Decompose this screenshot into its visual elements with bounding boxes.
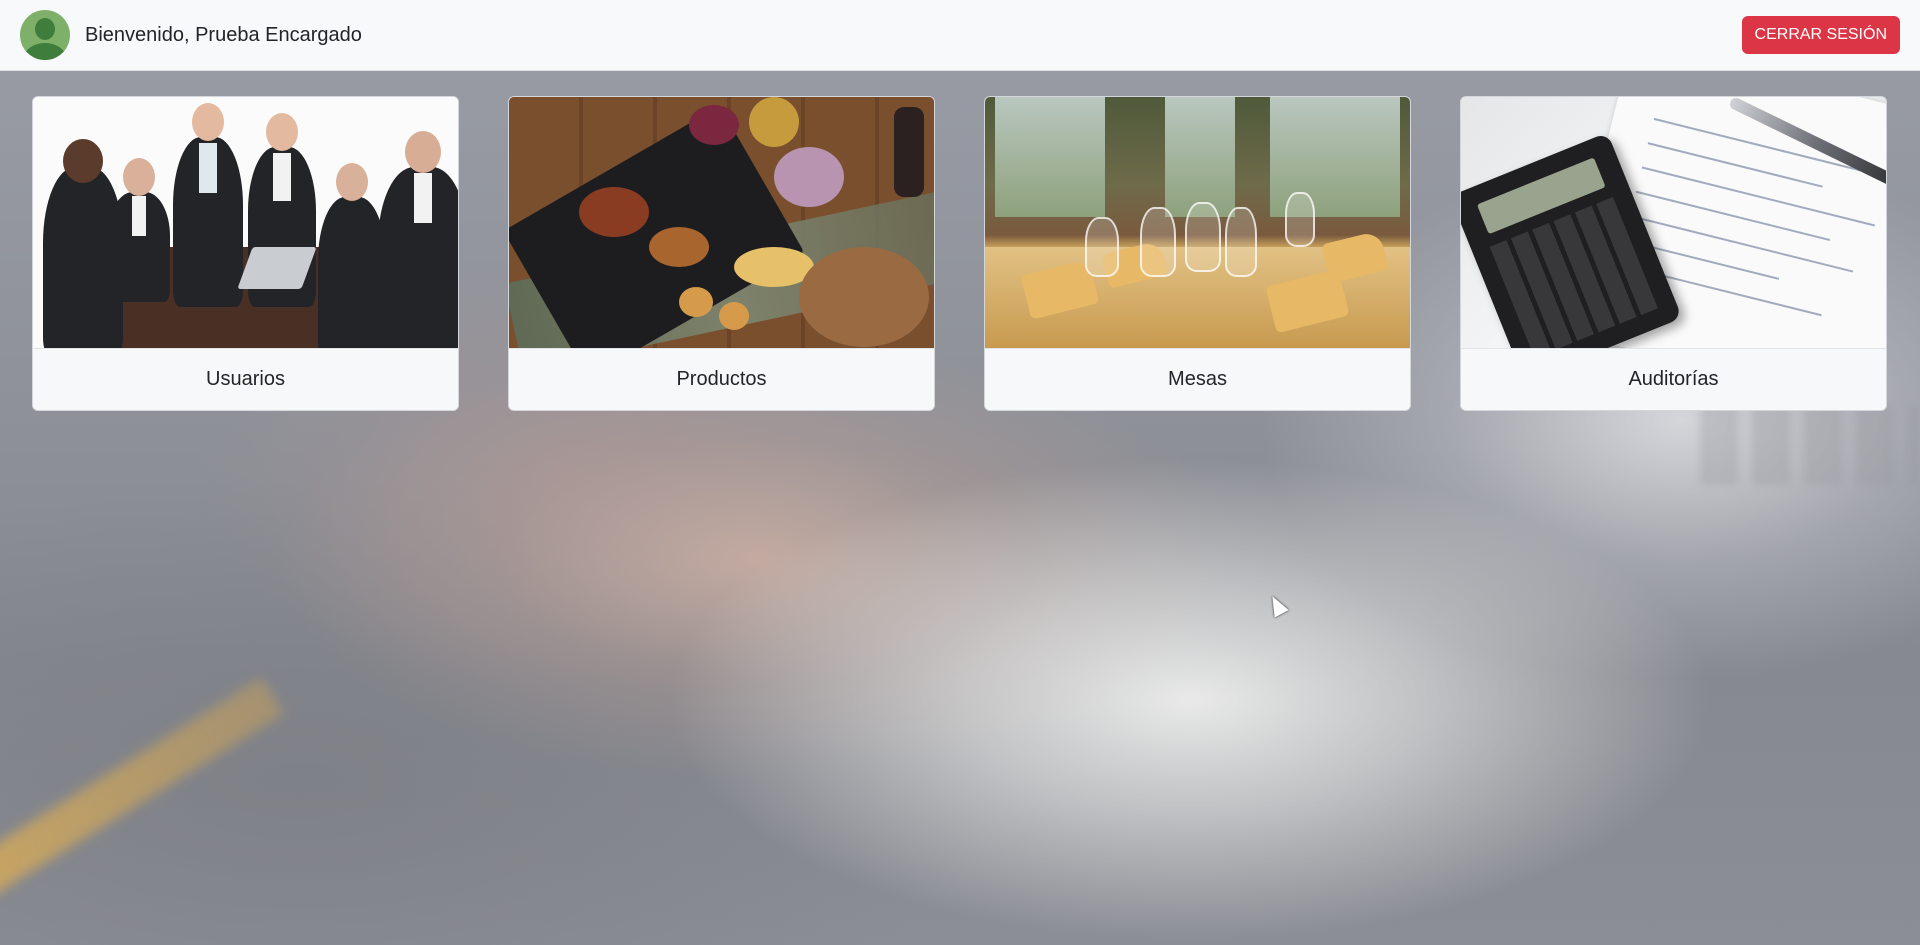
glass-shape — [1185, 202, 1221, 272]
pineapple-shape — [749, 97, 799, 147]
logout-button[interactable]: CERRAR SESIÓN — [1741, 16, 1900, 54]
card-label: Productos — [509, 348, 934, 410]
user-avatar-icon — [20, 10, 70, 60]
wood-board-shape — [799, 247, 929, 347]
module-cards: Usuarios Productos Mesas Auditorías — [32, 96, 1887, 411]
meat-shape — [649, 227, 709, 267]
card-mesas[interactable]: Mesas — [984, 96, 1411, 411]
background-stripe — [0, 677, 284, 905]
window-shape — [995, 97, 1105, 217]
top-header: Bienvenido, Prueba Encargado CERRAR SESI… — [0, 0, 1920, 71]
meat-shape — [579, 187, 649, 237]
card-label: Usuarios — [33, 348, 458, 410]
avatar-head — [35, 18, 55, 40]
bun-shape — [719, 302, 749, 330]
grapes-shape — [689, 105, 739, 145]
card-label: Auditorías — [1461, 348, 1886, 410]
food-platter-photo — [509, 97, 934, 348]
person-figure — [318, 163, 386, 348]
person-figure — [173, 103, 243, 307]
card-auditorias[interactable]: Auditorías — [1460, 96, 1887, 411]
welcome-message: Bienvenido, Prueba Encargado — [85, 23, 362, 46]
glass-shape — [1140, 207, 1176, 277]
avatar-shoulders — [24, 43, 66, 60]
business-meeting-photo — [33, 97, 458, 348]
card-usuarios[interactable]: Usuarios — [32, 96, 459, 411]
glass-shape — [1225, 207, 1257, 277]
glass-shape — [1285, 192, 1315, 247]
window-shape — [1165, 97, 1235, 217]
restaurant-tables-photo — [985, 97, 1410, 348]
glass-shape — [1085, 217, 1119, 277]
bottle-shape — [894, 107, 924, 197]
person-figure — [378, 131, 458, 348]
bun-shape — [679, 287, 713, 317]
card-label: Mesas — [985, 348, 1410, 410]
background-keyboard — [1700, 405, 1920, 485]
calculator-documents-photo — [1461, 97, 1886, 348]
person-figure — [108, 158, 170, 302]
card-productos[interactable]: Productos — [508, 96, 935, 411]
flowers-shape — [774, 147, 844, 207]
